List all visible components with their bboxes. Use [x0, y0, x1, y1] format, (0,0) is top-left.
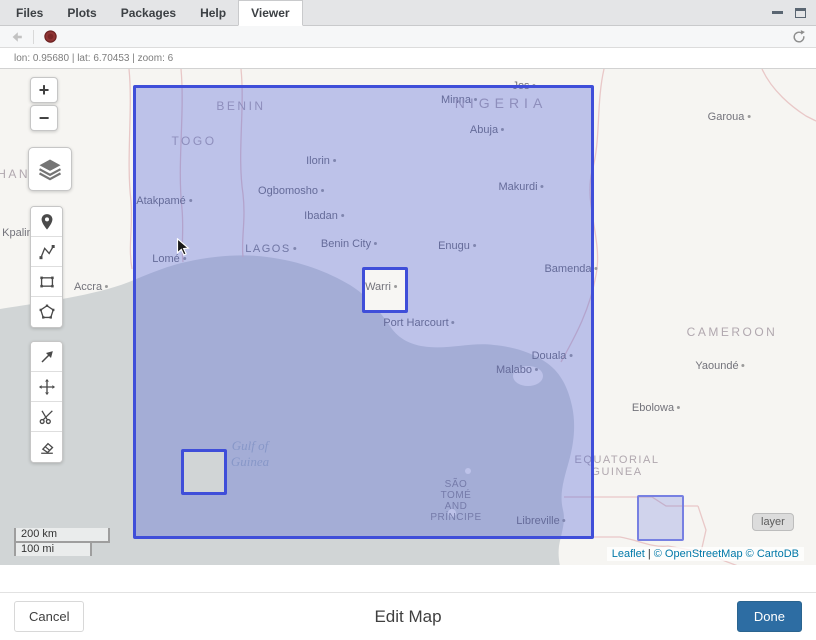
zoom-control: + − — [30, 77, 58, 131]
polyline-icon — [37, 242, 57, 262]
done-button[interactable]: Done — [737, 601, 802, 632]
stop-icon — [43, 29, 58, 44]
zoom-in-button[interactable]: + — [30, 77, 58, 103]
page-gap — [0, 565, 816, 592]
window-controls — [772, 0, 816, 25]
map-canvas[interactable]: JosBENINMinnaNIGERIAGarouaAbujaTOGOIlori… — [0, 68, 816, 565]
edit-arrow-icon — [37, 347, 57, 367]
drawn-rectangle-southeast[interactable] — [637, 495, 684, 541]
layers-control — [28, 147, 72, 191]
layer-toggle-button[interactable]: layer — [752, 513, 794, 531]
cancel-button[interactable]: Cancel — [14, 601, 84, 632]
lonlat-zoom-text: lon: 0.95680 | lat: 6.70453 | zoom: 6 — [14, 53, 173, 64]
rectangle-icon — [37, 272, 57, 292]
cut-layers-button[interactable] — [31, 402, 62, 432]
coordinate-readout: lon: 0.95680 | lat: 6.70453 | zoom: 6 — [0, 48, 816, 68]
tab-plots[interactable]: Plots — [55, 0, 108, 25]
layers-icon — [37, 156, 63, 182]
tab-viewer[interactable]: Viewer — [238, 0, 302, 26]
back-button[interactable] — [8, 28, 26, 46]
draw-toolbar — [30, 206, 63, 328]
stop-button[interactable] — [41, 28, 59, 46]
rstudio-viewer-window: Files Plots Packages Help Viewer — [0, 0, 816, 640]
eraser-icon — [37, 437, 57, 457]
zoom-out-button[interactable]: − — [30, 105, 58, 131]
tab-help[interactable]: Help — [188, 0, 238, 25]
scissors-icon — [37, 407, 57, 427]
leaflet-link[interactable]: Leaflet — [612, 548, 645, 560]
layers-button[interactable] — [28, 147, 72, 191]
draw-polygon-button[interactable] — [31, 297, 62, 327]
tab-files[interactable]: Files — [4, 0, 55, 25]
marker-icon — [37, 212, 57, 232]
remove-layers-button[interactable] — [31, 432, 62, 462]
carto-link[interactable]: © CartoDB — [746, 548, 799, 560]
polygon-icon — [37, 302, 57, 322]
attribution-separator: | — [645, 548, 654, 560]
edit-map-footer: Cancel Edit Map Done — [0, 592, 816, 640]
scale-control: 200 km 100 mi — [14, 528, 110, 556]
scale-mi: 100 mi — [14, 541, 92, 556]
rectangle-hole-southwest[interactable] — [181, 449, 227, 495]
move-icon — [37, 377, 57, 397]
edit-toolbar — [30, 341, 63, 463]
page-title: Edit Map — [374, 607, 441, 627]
maximize-icon[interactable] — [795, 8, 806, 18]
map-attribution: Leaflet | © OpenStreetMap © CartoDB — [607, 547, 804, 561]
refresh-icon — [791, 29, 807, 45]
pane-tabbar: Files Plots Packages Help Viewer — [0, 0, 816, 26]
refresh-button[interactable] — [790, 28, 808, 46]
drag-layers-button[interactable] — [31, 372, 62, 402]
toolbar-separator — [33, 30, 34, 44]
draw-rectangle-button[interactable] — [31, 267, 62, 297]
rectangle-hole-warri[interactable] — [362, 267, 408, 313]
tab-packages[interactable]: Packages — [109, 0, 188, 25]
draw-marker-button[interactable] — [31, 207, 62, 237]
osm-link[interactable]: © OpenStreetMap — [654, 548, 743, 560]
back-arrow-icon — [9, 29, 25, 45]
minimize-icon[interactable] — [772, 11, 783, 14]
draw-polyline-button[interactable] — [31, 237, 62, 267]
viewer-toolbar — [0, 26, 816, 48]
edit-layers-button[interactable] — [31, 342, 62, 372]
